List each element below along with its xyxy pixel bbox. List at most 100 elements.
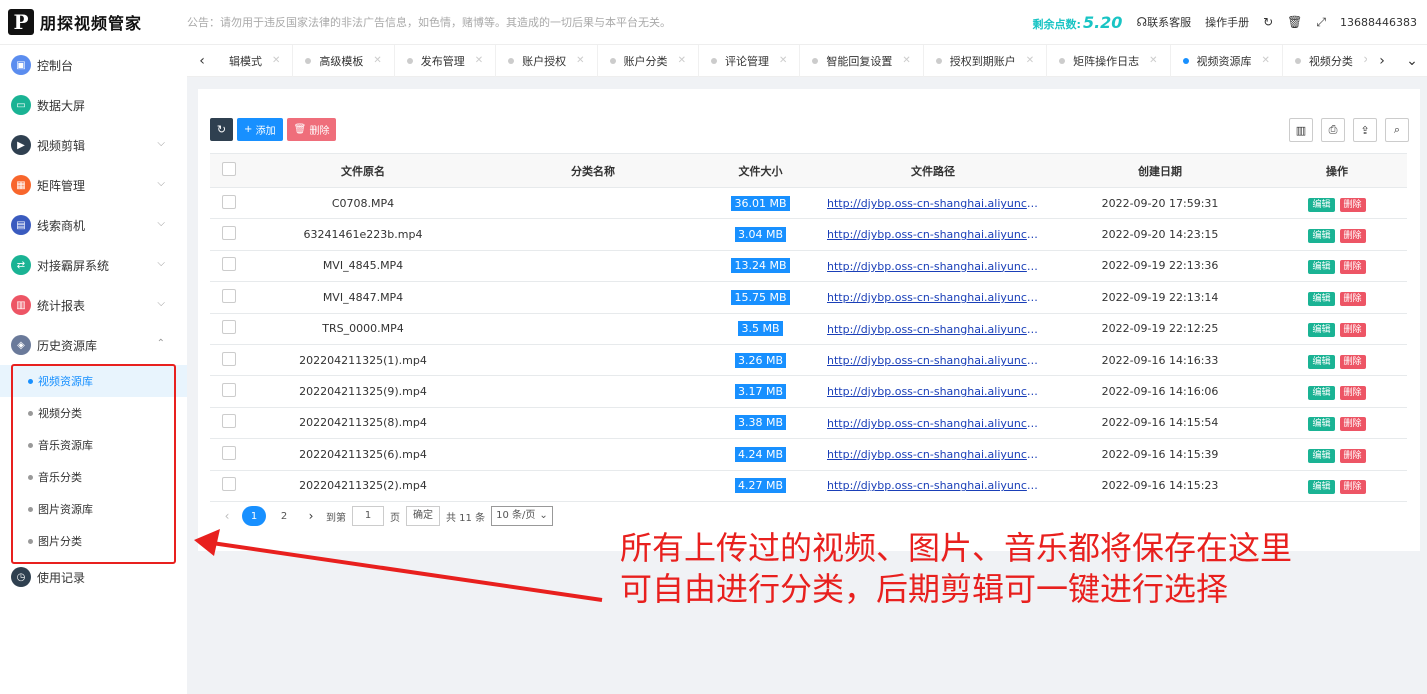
columns-icon[interactable]: ▥ bbox=[1289, 118, 1313, 142]
page-2[interactable]: 2 bbox=[272, 506, 296, 526]
delete-button[interactable]: 🗑 删除 bbox=[286, 118, 337, 141]
trash-icon[interactable]: 🗑 bbox=[1287, 15, 1302, 29]
row-delete-button[interactable]: 删除 bbox=[1339, 197, 1366, 212]
edit-button[interactable]: 编辑 bbox=[1308, 291, 1335, 306]
edit-button[interactable]: 编辑 bbox=[1308, 260, 1335, 275]
row-delete-button[interactable]: 删除 bbox=[1339, 386, 1366, 401]
edit-button[interactable]: 编辑 bbox=[1308, 480, 1335, 495]
goto-page-input[interactable]: 1 bbox=[352, 506, 384, 526]
sidebar-subitem-video-category[interactable]: 视频分类 bbox=[0, 397, 187, 429]
close-icon[interactable]: ✕ bbox=[576, 55, 584, 66]
path-link[interactable]: http://djybp.oss-cn-shanghai.aliyuncs.co… bbox=[827, 291, 1039, 304]
row-delete-button[interactable]: 删除 bbox=[1339, 354, 1366, 369]
path-link[interactable]: http://djybp.oss-cn-shanghai.aliyuncs.co… bbox=[827, 385, 1039, 398]
sidebar-subitem-video-library[interactable]: 视频资源库 bbox=[0, 365, 187, 397]
sidebar-item-console[interactable]: ▣ 控制台 bbox=[0, 45, 187, 85]
sidebar-item-leads[interactable]: ▤ 线索商机 ⌵ bbox=[0, 205, 187, 245]
sidebar-item-connect[interactable]: ⇄ 对接霸屏系统 ⌵ bbox=[0, 245, 187, 285]
next-page-icon[interactable]: › bbox=[302, 509, 320, 523]
goto-confirm-button[interactable]: 确定 bbox=[406, 506, 440, 526]
row-checkbox[interactable] bbox=[222, 288, 236, 303]
tab-comments[interactable]: 评论管理 ✕ bbox=[699, 44, 801, 77]
table-row[interactable]: TRS_0000.MP4 3.5 MB http://djybp.oss-cn-sh… bbox=[210, 313, 1407, 345]
prev-page-icon[interactable]: ‹ bbox=[218, 509, 236, 523]
chevron-right-icon[interactable]: › bbox=[1367, 53, 1397, 69]
fullscreen-icon[interactable]: ⤢ bbox=[1316, 15, 1326, 30]
path-link[interactable]: http://djybp.oss-cn-shanghai.aliyuncs.co… bbox=[827, 354, 1039, 367]
add-button[interactable]: + 添加 bbox=[237, 118, 283, 141]
path-link[interactable]: http://djybp.oss-cn-shanghai.aliyuncs.co… bbox=[827, 417, 1039, 430]
tab-account-category[interactable]: 账户分类 ✕ bbox=[598, 44, 699, 77]
page-1[interactable]: 1 bbox=[242, 506, 266, 526]
export-icon[interactable]: ⇪ bbox=[1353, 118, 1377, 142]
tab-matrix-log[interactable]: 矩阵操作日志 ✕ bbox=[1047, 44, 1171, 77]
refresh-button[interactable]: ↻ bbox=[210, 118, 233, 141]
path-link[interactable]: http://djybp.oss-cn-shanghai.aliyuncs.co… bbox=[827, 479, 1039, 492]
table-row[interactable]: 202204211325(6).mp4 4.24 MB http://djybp.o… bbox=[210, 438, 1407, 471]
sidebar-item-reports[interactable]: ▥ 统计报表 ⌵ bbox=[0, 285, 187, 325]
close-icon[interactable]: ✕ bbox=[1262, 55, 1270, 66]
chevron-down-icon[interactable]: ⌄ bbox=[1397, 53, 1427, 69]
edit-button[interactable]: 编辑 bbox=[1308, 417, 1335, 432]
close-icon[interactable]: ✕ bbox=[1026, 55, 1034, 66]
sidebar-subitem-music-library[interactable]: 音乐资源库 bbox=[0, 429, 187, 461]
row-checkbox[interactable] bbox=[222, 194, 236, 209]
path-link[interactable]: http://djybp.oss-cn-shanghai.aliyuncs.co… bbox=[827, 448, 1039, 461]
close-icon[interactable]: ✕ bbox=[1149, 55, 1157, 66]
table-row[interactable]: 202204211325(1).mp4 3.26 MB http://djybp.o… bbox=[210, 344, 1407, 377]
row-checkbox[interactable] bbox=[222, 414, 236, 429]
table-row[interactable]: MVI_4845.MP4 13.24 MB http://djybp.oss-cn-… bbox=[210, 250, 1407, 283]
edit-button[interactable]: 编辑 bbox=[1308, 229, 1335, 244]
close-icon[interactable]: ✕ bbox=[373, 55, 381, 66]
table-row[interactable]: C0708.MP4 36.01 MB http://djybp.oss-cn-sha… bbox=[210, 187, 1407, 220]
edit-button[interactable]: 编辑 bbox=[1308, 448, 1335, 463]
search-icon[interactable]: ⌕ bbox=[1385, 118, 1409, 142]
tab-video-library[interactable]: 视频资源库 ✕ bbox=[1171, 44, 1283, 77]
sidebar-item-usage-log[interactable]: ◷ 使用记录 bbox=[0, 557, 187, 597]
sidebar-subitem-image-library[interactable]: 图片资源库 bbox=[0, 493, 187, 525]
manual-link[interactable]: 操作手册 bbox=[1205, 14, 1249, 30]
close-icon[interactable]: ✕ bbox=[779, 55, 787, 66]
chevron-left-icon[interactable]: ‹ bbox=[187, 53, 217, 69]
table-row[interactable]: 202204211325(9).mp4 3.17 MB http://djybp.o… bbox=[210, 375, 1407, 408]
sidebar-subitem-image-category[interactable]: 图片分类 bbox=[0, 525, 187, 557]
edit-button[interactable]: 编辑 bbox=[1308, 386, 1335, 401]
sidebar-subitem-music-category[interactable]: 音乐分类 bbox=[0, 461, 187, 493]
path-link[interactable]: http://djybp.oss-cn-shanghai.aliyuncs.co… bbox=[827, 323, 1039, 336]
edit-button[interactable]: 编辑 bbox=[1308, 354, 1335, 369]
row-delete-button[interactable]: 删除 bbox=[1339, 480, 1366, 495]
tab-advanced-template[interactable]: 高级模板 ✕ bbox=[293, 44, 395, 77]
row-checkbox[interactable] bbox=[222, 351, 236, 366]
table-row[interactable]: MVI_4847.MP4 15.75 MB http://djybp.oss-cn-… bbox=[210, 281, 1407, 314]
path-link[interactable]: http://djybp.oss-cn-shanghai.aliyuncs.co… bbox=[827, 260, 1039, 273]
sidebar-item-data-screen[interactable]: ▭ 数据大屏 bbox=[0, 85, 187, 125]
path-link[interactable]: http://djybp.oss-cn-shanghai.aliyuncs.co… bbox=[827, 228, 1039, 241]
refresh-icon[interactable]: ↻ bbox=[1263, 15, 1273, 29]
close-icon[interactable]: ✕ bbox=[678, 55, 686, 66]
row-checkbox[interactable] bbox=[222, 257, 236, 272]
row-checkbox[interactable] bbox=[222, 226, 236, 241]
row-checkbox[interactable] bbox=[222, 320, 236, 335]
sidebar-item-video-edit[interactable]: ▶ 视频剪辑 ⌵ bbox=[0, 125, 187, 165]
tab-smart-reply[interactable]: 智能回复设置 ✕ bbox=[800, 44, 924, 77]
tab-video-category[interactable]: 视频分类✕ bbox=[1283, 45, 1367, 77]
select-all-checkbox[interactable] bbox=[222, 162, 236, 176]
close-icon[interactable]: ✕ bbox=[902, 55, 910, 66]
table-row[interactable]: 63241461e223b.mp4 3.04 MB http://djybp.oss… bbox=[210, 218, 1407, 251]
row-delete-button[interactable]: 删除 bbox=[1339, 291, 1366, 306]
edit-button[interactable]: 编辑 bbox=[1308, 197, 1335, 212]
tab-publish[interactable]: 发布管理 ✕ bbox=[395, 44, 497, 77]
sidebar-item-matrix[interactable]: ▦ 矩阵管理 ⌵ bbox=[0, 165, 187, 205]
close-icon[interactable]: ✕ bbox=[272, 55, 280, 66]
close-icon[interactable]: ✕ bbox=[475, 55, 483, 66]
page-size-select[interactable]: 10 条/页 ⌄ bbox=[491, 506, 553, 526]
edit-button[interactable]: 编辑 bbox=[1308, 323, 1335, 338]
print-icon[interactable]: ⎙ bbox=[1321, 118, 1345, 142]
table-row[interactable]: 202204211325(2).mp4 4.27 MB http://djybp.o… bbox=[210, 470, 1407, 502]
tab-account-auth[interactable]: 账户授权 ✕ bbox=[496, 44, 598, 77]
path-link[interactable]: http://djybp.oss-cn-shanghai.aliyuncs.co… bbox=[827, 197, 1039, 210]
row-delete-button[interactable]: 删除 bbox=[1339, 448, 1366, 463]
logo[interactable]: P 朋探视频管家 bbox=[0, 9, 187, 35]
row-delete-button[interactable]: 删除 bbox=[1339, 260, 1366, 275]
user-phone[interactable]: 13688446383 bbox=[1340, 16, 1417, 29]
